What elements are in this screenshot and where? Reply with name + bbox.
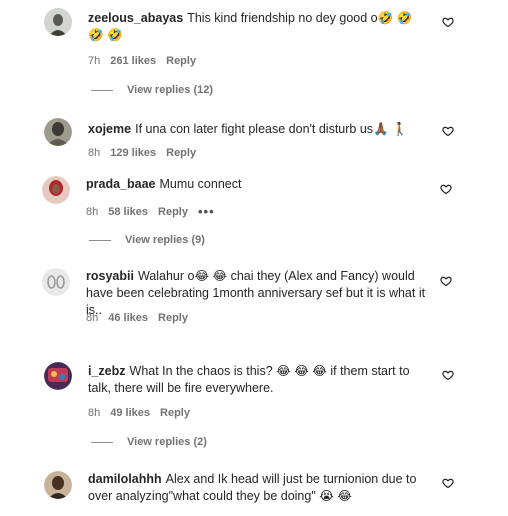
comment-meta: 8h 129 likes Reply <box>88 147 196 159</box>
comment-text-block: i_zebz What In the chaos is this? 😂 😂 😂 i… <box>88 363 430 397</box>
reply-button[interactable]: Reply <box>166 55 196 67</box>
comment-body: What In the chaos is this? 😂 😂 😂 if them… <box>88 364 410 395</box>
comment-likes[interactable]: 58 likes <box>108 206 148 218</box>
view-replies-button[interactable]: View replies (9) <box>89 234 205 246</box>
avatar[interactable] <box>44 118 72 146</box>
comment-text-block: zeelous_abayas This kind friendship no de… <box>88 10 418 44</box>
like-heart-icon[interactable] <box>442 369 454 381</box>
like-heart-icon[interactable] <box>440 275 452 287</box>
view-replies-button[interactable]: View replies (12) <box>91 84 213 96</box>
comment-time: 8h <box>86 205 99 218</box>
comment-username[interactable]: prada_baae <box>86 177 155 191</box>
divider-line <box>89 239 111 241</box>
comment-username[interactable]: zeelous_abayas <box>88 11 183 25</box>
comment-meta: 8h 46 likes Reply <box>86 312 188 324</box>
view-replies-label[interactable]: View replies (2) <box>127 436 207 448</box>
like-heart-icon[interactable] <box>442 16 454 28</box>
comment-time: 8h <box>86 312 99 324</box>
comment-username[interactable]: i_zebz <box>88 364 126 378</box>
comment-body: Walahur o😂 😂 chai they (Alex and Fancy) … <box>86 269 426 317</box>
divider-line <box>91 89 113 91</box>
avatar[interactable] <box>44 362 72 390</box>
comment-likes[interactable]: 261 likes <box>110 55 156 67</box>
avatar[interactable] <box>44 8 72 36</box>
comment-meta: 8h 49 likes Reply <box>88 407 190 419</box>
reply-button[interactable]: Reply <box>158 206 188 218</box>
reply-button[interactable]: Reply <box>158 312 188 324</box>
like-heart-icon[interactable] <box>442 477 454 489</box>
comment-body: Mumu connect <box>159 177 242 191</box>
comment-meta: 8h 58 likes Reply ••• <box>86 204 215 219</box>
comment-username[interactable]: rosyabii <box>86 269 134 283</box>
like-heart-icon[interactable] <box>442 125 454 137</box>
comment-username[interactable]: xojeme <box>88 122 131 136</box>
divider-line <box>91 441 113 443</box>
view-replies-label[interactable]: View replies (9) <box>125 234 205 246</box>
comment-time: 7h <box>88 55 101 67</box>
comment-likes[interactable]: 129 likes <box>110 147 156 159</box>
comment-text-block: prada_baae Mumu connect <box>86 176 416 193</box>
comment-likes[interactable]: 49 likes <box>110 407 150 419</box>
view-replies-button[interactable]: View replies (2) <box>91 436 207 448</box>
comment-text-block: xojeme If una con later fight please don'… <box>88 121 418 138</box>
like-heart-icon[interactable] <box>440 183 452 195</box>
comment-meta: 7h 261 likes Reply <box>88 55 196 67</box>
comment-body: If una con later fight please don't dist… <box>135 122 408 136</box>
comment-username[interactable]: damilolahhh <box>88 472 162 486</box>
view-replies-label[interactable]: View replies (12) <box>127 84 213 96</box>
avatar[interactable] <box>42 268 70 296</box>
comment-time: 8h <box>88 147 101 159</box>
comment-time: 8h <box>88 407 101 419</box>
avatar[interactable] <box>42 176 70 204</box>
reply-button[interactable]: Reply <box>166 147 196 159</box>
comment-likes[interactable]: 46 likes <box>108 312 148 324</box>
comment-text-block: damilolahhh Alex and Ik head will just be… <box>88 471 428 505</box>
reply-button[interactable]: Reply <box>160 407 190 419</box>
more-options-icon[interactable]: ••• <box>198 204 215 219</box>
avatar[interactable] <box>44 471 72 499</box>
